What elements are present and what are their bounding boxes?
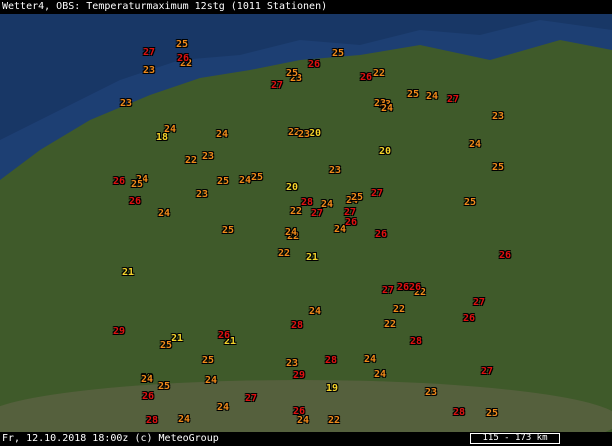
temperature-label: 24 xyxy=(158,208,171,219)
temperature-label: 25 xyxy=(176,39,189,50)
temperature-label: 22 xyxy=(328,415,341,426)
temperature-label: 23 xyxy=(329,165,342,176)
temperature-label: 24 xyxy=(469,139,482,150)
temperature-label: 24 xyxy=(205,375,218,386)
temperature-label: 24 xyxy=(309,306,322,317)
temperature-label: 25 xyxy=(160,340,173,351)
temperature-label: 25 xyxy=(486,408,499,419)
temperature-label: 22 xyxy=(290,206,303,217)
temperature-label: 28 xyxy=(291,320,304,331)
temperature-label: 28 xyxy=(325,355,338,366)
temperature-label: 28 xyxy=(410,336,423,347)
temperature-label: 26 xyxy=(463,313,476,324)
temperature-label: 23 xyxy=(492,111,505,122)
temperature-label: 26 xyxy=(397,282,410,293)
temperature-label: 25 xyxy=(222,225,235,236)
temperature-label: 25 xyxy=(492,162,505,173)
temperature-label: 24 xyxy=(216,129,229,140)
temperature-label: 20 xyxy=(309,128,322,139)
temperature-label: 24 xyxy=(364,354,377,365)
temperature-label: 26 xyxy=(113,176,126,187)
temperature-label: 27 xyxy=(371,188,384,199)
temperature-label: 25 xyxy=(131,179,144,190)
temperature-label: 25 xyxy=(158,381,171,392)
temperature-label: 24 xyxy=(239,175,252,186)
temperature-label: 29 xyxy=(293,370,306,381)
map-title: Wetter4, OBS: Temperaturmaximum 12stg (1… xyxy=(2,1,328,12)
temperature-label: 28 xyxy=(146,415,159,426)
temperature-label: 26 xyxy=(345,217,358,228)
temperature-label: 27 xyxy=(447,94,460,105)
temperature-label: 24 xyxy=(374,369,387,380)
temperature-label: 25 xyxy=(332,48,345,59)
temperature-label: 23 xyxy=(298,129,311,140)
temperature-label: 26 xyxy=(177,53,190,64)
temperature-label: 26 xyxy=(360,72,373,83)
temperature-label: 26 xyxy=(499,250,512,261)
temperature-label: 26 xyxy=(218,330,231,341)
footer-timestamp: Fr, 12.10.2018 18:00z (c) MeteoGroup xyxy=(2,433,219,444)
temperature-label: 25 xyxy=(251,172,264,183)
temperature-label: 27 xyxy=(481,366,494,377)
temperature-label: 27 xyxy=(271,80,284,91)
temperature-label: 26 xyxy=(308,59,321,70)
temperature-label: 24 xyxy=(178,414,191,425)
temperature-label: 25 xyxy=(407,89,420,100)
temperature-label: 27 xyxy=(311,208,324,219)
temperature-label: 22 xyxy=(278,248,291,259)
temperature-label: 28 xyxy=(301,197,314,208)
temperature-label: 28 xyxy=(453,407,466,418)
temperature-label: 27 xyxy=(143,47,156,58)
temperature-label: 26 xyxy=(409,282,422,293)
temperature-label: 22 xyxy=(373,68,386,79)
temperature-label: 24 xyxy=(285,227,298,238)
temperature-label: 25 xyxy=(286,68,299,79)
temperature-label: 21 xyxy=(122,267,135,278)
temperature-label: 23 xyxy=(425,387,438,398)
temperature-label: 21 xyxy=(171,333,184,344)
temperature-label: 27 xyxy=(382,285,395,296)
temperature-label: 20 xyxy=(286,182,299,193)
temperature-label: 24 xyxy=(217,402,230,413)
temperature-label: 26 xyxy=(129,196,142,207)
temperature-label: 27 xyxy=(245,393,258,404)
temperature-label: 22 xyxy=(393,304,406,315)
temperature-label: 20 xyxy=(379,146,392,157)
temperature-label: 25 xyxy=(202,355,215,366)
temperature-label: 29 xyxy=(113,326,126,337)
temperature-label: 23 xyxy=(196,189,209,200)
footer-bar: Fr, 12.10.2018 18:00z (c) MeteoGroup 115… xyxy=(0,432,612,446)
temperature-label: 27 xyxy=(473,297,486,308)
temperature-label: 25 xyxy=(217,176,230,187)
temperature-label: 24 xyxy=(426,91,439,102)
temperature-label: 21 xyxy=(306,252,319,263)
temperature-label: 23 xyxy=(143,65,156,76)
temperature-label: 24 xyxy=(164,124,177,135)
title-bar: Wetter4, OBS: Temperaturmaximum 12stg (1… xyxy=(0,0,612,14)
temperature-label: 22 xyxy=(185,155,198,166)
temperature-label: 25 xyxy=(351,192,364,203)
scale-bar: 115 - 173 km xyxy=(470,433,560,444)
temperature-label: 24 xyxy=(381,103,394,114)
temperature-label: 26 xyxy=(142,391,155,402)
temperature-label: 23 xyxy=(120,98,133,109)
temperature-label: 23 xyxy=(202,151,215,162)
temperature-label: 25 xyxy=(464,197,477,208)
temperature-label: 19 xyxy=(326,383,339,394)
temperature-label: 26 xyxy=(375,229,388,240)
temperature-label: 24 xyxy=(141,374,154,385)
temperature-label: 24 xyxy=(297,415,310,426)
temperature-labels: 21 18 22 19 24 21 22 20 23 24 22 25 24 23 22 20 24 22 23 21… xyxy=(0,0,612,446)
map-viewport: 21 18 22 19 24 21 22 20 23 24 22 25 24 23 22 20 24 22 23 21… xyxy=(0,0,612,446)
temperature-label: 22 xyxy=(384,319,397,330)
temperature-label: 23 xyxy=(286,358,299,369)
